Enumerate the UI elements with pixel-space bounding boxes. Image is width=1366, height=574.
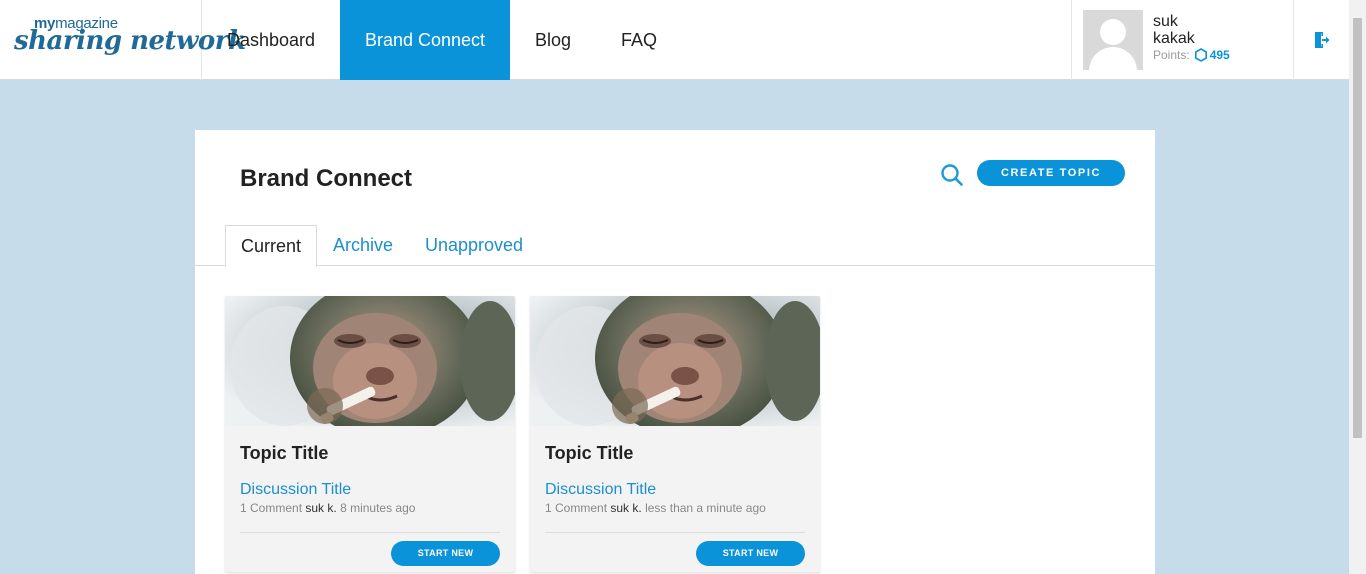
- points-value: 495: [1209, 48, 1230, 62]
- topic-card: Topic Title Discussion Title 1 Comment s…: [530, 296, 820, 572]
- scrollbar-thumb[interactable]: [1353, 18, 1362, 438]
- card-divider: [240, 532, 500, 533]
- page-title: Brand Connect: [240, 165, 413, 192]
- search-button[interactable]: [940, 163, 964, 187]
- topic-card: Topic Title Discussion Title 1 Comment s…: [225, 296, 515, 572]
- page-scrollbar[interactable]: [1349, 0, 1366, 574]
- nav-item-blog[interactable]: Blog: [510, 0, 596, 80]
- tab-current[interactable]: Current: [225, 225, 318, 267]
- comment-time: less than a minute ago: [645, 501, 766, 515]
- start-new-button[interactable]: START NEW: [696, 541, 805, 566]
- user-points: Points: 495: [1153, 48, 1230, 62]
- comment-author: suk k.: [610, 501, 642, 515]
- topic-title: Topic Title: [545, 443, 634, 463]
- search-icon: [941, 164, 963, 186]
- nav-item-dashboard[interactable]: Dashboard: [202, 0, 340, 80]
- top-navigation-bar: mymagazine sharing network Dashboard Bra…: [0, 0, 1349, 80]
- discussion-meta: 1 Comment suk k. 8 minutes ago: [240, 501, 415, 515]
- comment-time: 8 minutes ago: [340, 501, 416, 515]
- logout-icon: [1314, 32, 1329, 48]
- card-divider: [545, 532, 805, 533]
- tab-unapproved[interactable]: Unapproved: [410, 225, 538, 266]
- discussion-title-link[interactable]: Discussion Title: [240, 481, 351, 499]
- tab-archive[interactable]: Archive: [318, 225, 408, 266]
- brand-connect-panel: Brand Connect CREATE TOPIC Current Archi…: [195, 130, 1155, 574]
- hexagon-icon: [1194, 48, 1207, 62]
- nav-item-faq[interactable]: FAQ: [596, 0, 682, 80]
- comment-count: 1 Comment: [545, 501, 608, 515]
- nav-item-brand-connect[interactable]: Brand Connect: [340, 0, 510, 80]
- topic-image[interactable]: [530, 296, 820, 426]
- discussion-title-link[interactable]: Discussion Title: [545, 481, 656, 499]
- topic-tabs: Current Archive Unapproved: [195, 225, 1155, 267]
- user-first-name: suk: [1153, 13, 1178, 30]
- create-topic-button[interactable]: CREATE TOPIC: [977, 160, 1125, 186]
- topic-title: Topic Title: [240, 443, 329, 463]
- comment-count: 1 Comment: [240, 501, 303, 515]
- points-label: Points:: [1153, 48, 1190, 62]
- site-logo[interactable]: mymagazine sharing network: [0, 0, 246, 80]
- user-placeholder-icon: [1083, 10, 1143, 70]
- start-new-button[interactable]: START NEW: [391, 541, 500, 566]
- discussion-meta: 1 Comment suk k. less than a minute ago: [545, 501, 766, 515]
- logout-button[interactable]: [1294, 0, 1349, 80]
- comment-author: suk k.: [305, 501, 337, 515]
- topic-image[interactable]: [225, 296, 515, 426]
- user-last-name: kakak: [1153, 30, 1195, 47]
- user-profile-box[interactable]: suk kakak Points: 495: [1071, 0, 1294, 80]
